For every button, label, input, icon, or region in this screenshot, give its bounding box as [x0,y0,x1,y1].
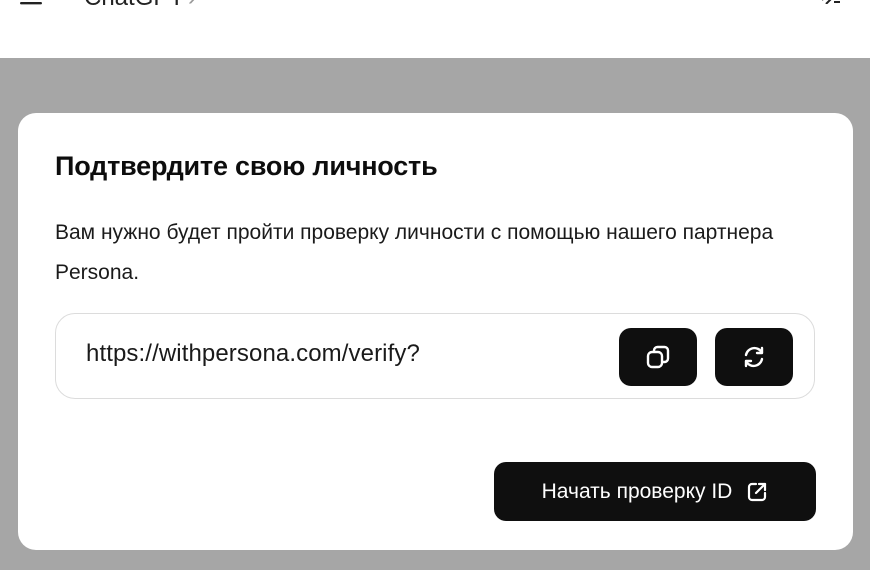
external-link-icon [748,482,767,501]
refresh-icon [744,346,764,368]
verification-url-field: https://withpersona.com/verify? [55,313,815,399]
app-title-text: ChatGPT [84,0,184,11]
app-header: ChatGPT › [0,0,870,58]
menu-icon[interactable] [20,0,42,6]
edit-icon[interactable] [820,0,842,4]
dialog-title: Подтвердите свою личность [55,151,438,181]
copy-url-button[interactable] [619,328,697,386]
app-title[interactable]: ChatGPT › [84,0,196,10]
chevron-down-icon: › [188,0,196,11]
copy-icon [646,345,670,369]
start-id-verification-label: Начать проверку ID [541,479,733,503]
start-id-verification-button[interactable]: Начать проверку ID [494,462,816,521]
dialog-description: Вам нужно будет пройти проверку личности… [55,221,774,284]
verification-url-text[interactable]: https://withpersona.com/verify? [86,340,420,368]
verify-identity-dialog: Подтвердите свою личность Вам нужно буде… [18,113,853,550]
refresh-url-button[interactable] [715,328,793,386]
